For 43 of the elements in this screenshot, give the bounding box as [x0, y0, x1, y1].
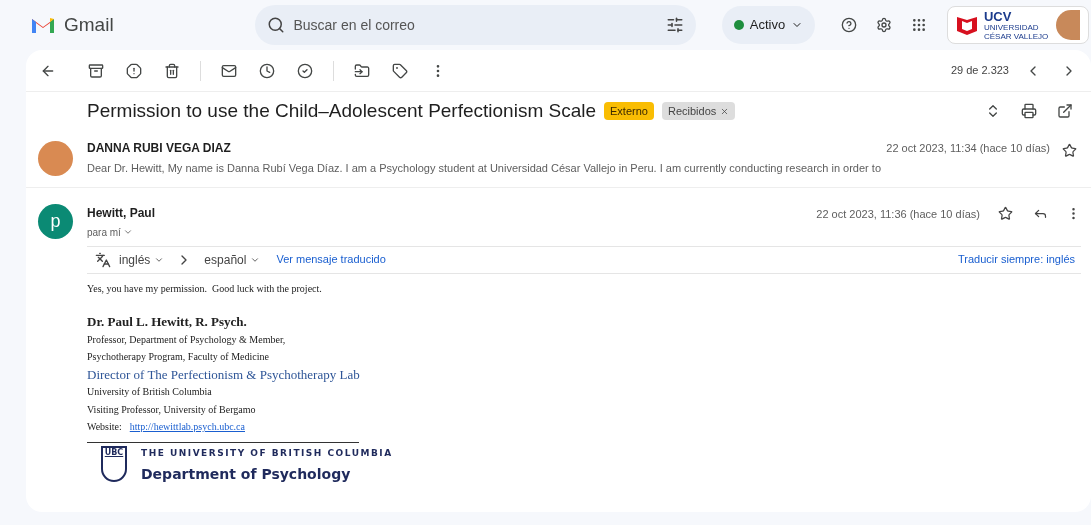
signature-line: Visiting Professor, University of Bergamo	[87, 402, 257, 417]
search-bar[interactable]: Buscar en el correo	[255, 5, 696, 45]
remove-icon	[720, 106, 730, 116]
university-name: THE UNIVERSITY OF BRITISH COLUMBIA	[141, 446, 393, 460]
signature-line: University of British Columbia	[87, 385, 213, 399]
always-translate-link[interactable]: Traducir siempre: inglés	[958, 251, 1075, 268]
email-subject: Permission to use the Child–Adolescent Perfectionism Scale	[87, 98, 597, 123]
website-label: Website:	[87, 420, 122, 434]
signature-line: Psychotherapy Program, Faculty of Medicine	[87, 350, 270, 364]
account-avatar[interactable]	[1055, 10, 1080, 40]
website-link[interactable]: http://hewittlab.psych.ubc.ca	[129, 418, 245, 436]
filter-icon	[665, 16, 684, 34]
message-date: 22 oct 2023, 11:36 (hace 10 días)	[816, 206, 980, 222]
status-button[interactable]: Activo	[721, 6, 816, 44]
sender-avatar: p	[38, 203, 73, 239]
source-language-dropdown[interactable]: inglés	[119, 250, 165, 269]
account-logo-name: UCV	[983, 9, 1013, 23]
translated-message-link[interactable]: Ver mensaje traducido	[276, 251, 386, 268]
sender-avatar	[38, 141, 73, 176]
account-badge[interactable]: UCV UNIVERSIDAD CÉSAR VALLEJO	[946, 6, 1089, 44]
message-counter: 29 de 2.323	[950, 63, 1009, 79]
message-snippet: Dear Dr. Hewitt, My name is Danna Rubí Vega Díaz. I am a Psychology student at Universidad César Vallejo in Peru. I am currently conducting research in order to	[87, 161, 882, 176]
ucv-logo-icon	[955, 14, 978, 36]
signature-line: Professor, Department of Psychology & Member,	[87, 332, 287, 347]
label-chip[interactable]: Recibidos	[661, 101, 736, 121]
message-body: Yes, you have my permission. Good luck with the project.	[87, 281, 323, 296]
sender-name: Hewitt, Paul	[87, 204, 155, 222]
sender-name: DANNA RUBI VEGA DIAZ	[87, 140, 231, 157]
message-date: 22 oct 2023, 11:34 (hace 10 días)	[886, 140, 1050, 156]
translate-icon	[95, 251, 111, 268]
target-language-dropdown[interactable]: español	[204, 250, 261, 269]
account-logo-subtitle: UNIVERSIDAD CÉSAR VALLEJO	[983, 22, 1050, 41]
search-icon	[267, 16, 286, 34]
gmail-logo-icon	[30, 15, 56, 35]
recipient-dropdown[interactable]: para mí	[87, 224, 155, 240]
department-name: Department of Psychology	[141, 465, 352, 483]
signature-name: Dr. Paul L. Hewitt, R. Psych.	[87, 313, 248, 331]
search-field[interactable]: Buscar en el correo	[293, 14, 658, 36]
app-name: Gmail	[64, 12, 114, 37]
shield-text: UBC	[104, 447, 124, 458]
label-chip[interactable]: Externo	[604, 101, 654, 121]
caret-icon	[122, 227, 133, 237]
signature-title: Director of The Perfectionism & Psychotherapy Lab	[87, 365, 361, 383]
